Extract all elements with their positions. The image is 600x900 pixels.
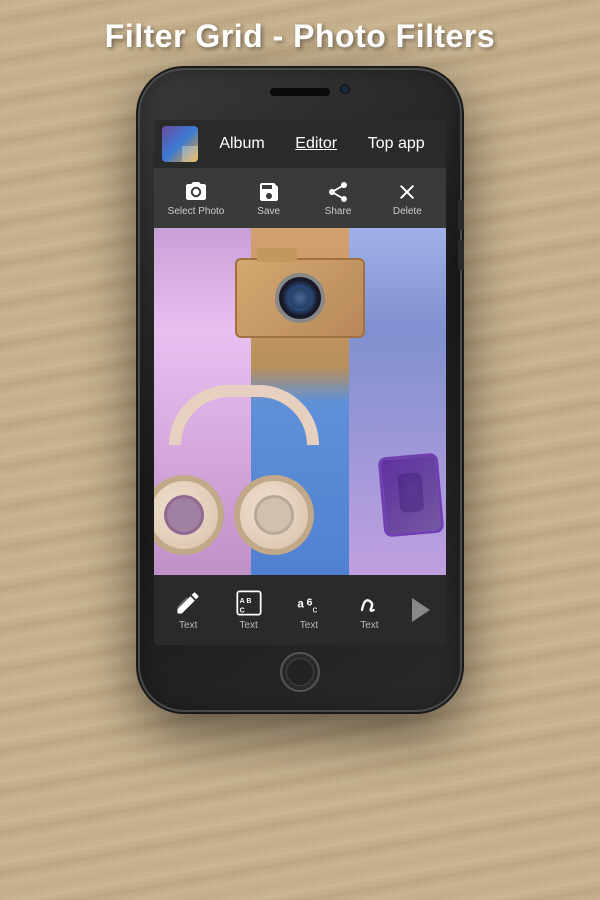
share-button[interactable]: Share bbox=[313, 180, 363, 217]
text-cursive-icon bbox=[355, 589, 383, 617]
phone-frame: Album Editor Top app bbox=[140, 70, 460, 710]
headphone-right-inner bbox=[254, 495, 294, 535]
sunglasses-frame bbox=[378, 453, 445, 538]
nav-bar: Album Editor Top app bbox=[154, 120, 446, 168]
text-abc-icon: A B C bbox=[235, 589, 263, 617]
phone-camera bbox=[340, 84, 350, 94]
select-photo-button[interactable]: Select Photo bbox=[168, 180, 225, 217]
text-abc-button[interactable]: A B C Text bbox=[225, 589, 273, 631]
share-label: Share bbox=[325, 206, 352, 217]
text-script-button[interactable]: a 6 c Text bbox=[285, 589, 333, 631]
select-photo-label: Select Photo bbox=[168, 206, 225, 217]
svg-text:a: a bbox=[297, 598, 304, 611]
phone-screen: Album Editor Top app bbox=[154, 120, 446, 645]
text-edit-icon bbox=[174, 589, 202, 617]
save-label: Save bbox=[257, 206, 280, 217]
album-thumbnail[interactable] bbox=[162, 126, 198, 162]
sunglasses bbox=[371, 445, 446, 545]
phone-home-inner bbox=[286, 658, 314, 686]
save-icon bbox=[257, 180, 281, 204]
next-arrow-icon bbox=[412, 598, 430, 622]
sunglasses-lens bbox=[397, 472, 424, 513]
delete-button[interactable]: Delete bbox=[382, 180, 432, 217]
headphones bbox=[154, 385, 344, 555]
save-button[interactable]: Save bbox=[244, 180, 294, 217]
toolbar: Select Photo Save Share bbox=[154, 168, 446, 228]
headphone-left-inner bbox=[164, 495, 204, 535]
page-title: Filter Grid - Photo Filters bbox=[0, 18, 600, 55]
volume-down-button[interactable] bbox=[458, 240, 464, 270]
text-edit-label: Text bbox=[179, 620, 197, 631]
camera-body bbox=[235, 258, 365, 338]
phone-home-button[interactable] bbox=[280, 652, 320, 692]
text-cursive-button[interactable]: Text bbox=[345, 589, 393, 631]
delete-icon bbox=[395, 180, 419, 204]
headphone-right-cup bbox=[234, 475, 314, 555]
svg-text:C: C bbox=[239, 607, 244, 614]
share-icon bbox=[326, 180, 350, 204]
text-abc-label: Text bbox=[239, 620, 257, 631]
text-cursive-label: Text bbox=[360, 620, 378, 631]
next-button[interactable] bbox=[406, 595, 436, 625]
delete-label: Delete bbox=[393, 206, 422, 217]
svg-text:c: c bbox=[312, 604, 317, 614]
text-script-label: Text bbox=[300, 620, 318, 631]
text-script-icon: a 6 c bbox=[295, 589, 323, 617]
headphone-band bbox=[169, 385, 319, 445]
volume-up-button[interactable] bbox=[458, 200, 464, 230]
phone-mockup: Album Editor Top app bbox=[140, 70, 460, 710]
tab-topapp[interactable]: Top app bbox=[362, 131, 431, 157]
camera-top bbox=[257, 248, 297, 262]
tab-editor[interactable]: Editor bbox=[289, 131, 343, 157]
svg-text:A B: A B bbox=[239, 598, 251, 605]
bottom-bar: Text A B C Text a bbox=[154, 575, 446, 645]
photo-area bbox=[154, 228, 446, 575]
tab-album[interactable]: Album bbox=[213, 131, 270, 157]
text-edit-button[interactable]: Text bbox=[164, 589, 212, 631]
camera-lens bbox=[275, 273, 325, 323]
headphone-left-cup bbox=[154, 475, 224, 555]
phone-speaker bbox=[270, 88, 330, 96]
camera-icon bbox=[184, 180, 208, 204]
nav-tabs: Album Editor Top app bbox=[206, 131, 438, 157]
